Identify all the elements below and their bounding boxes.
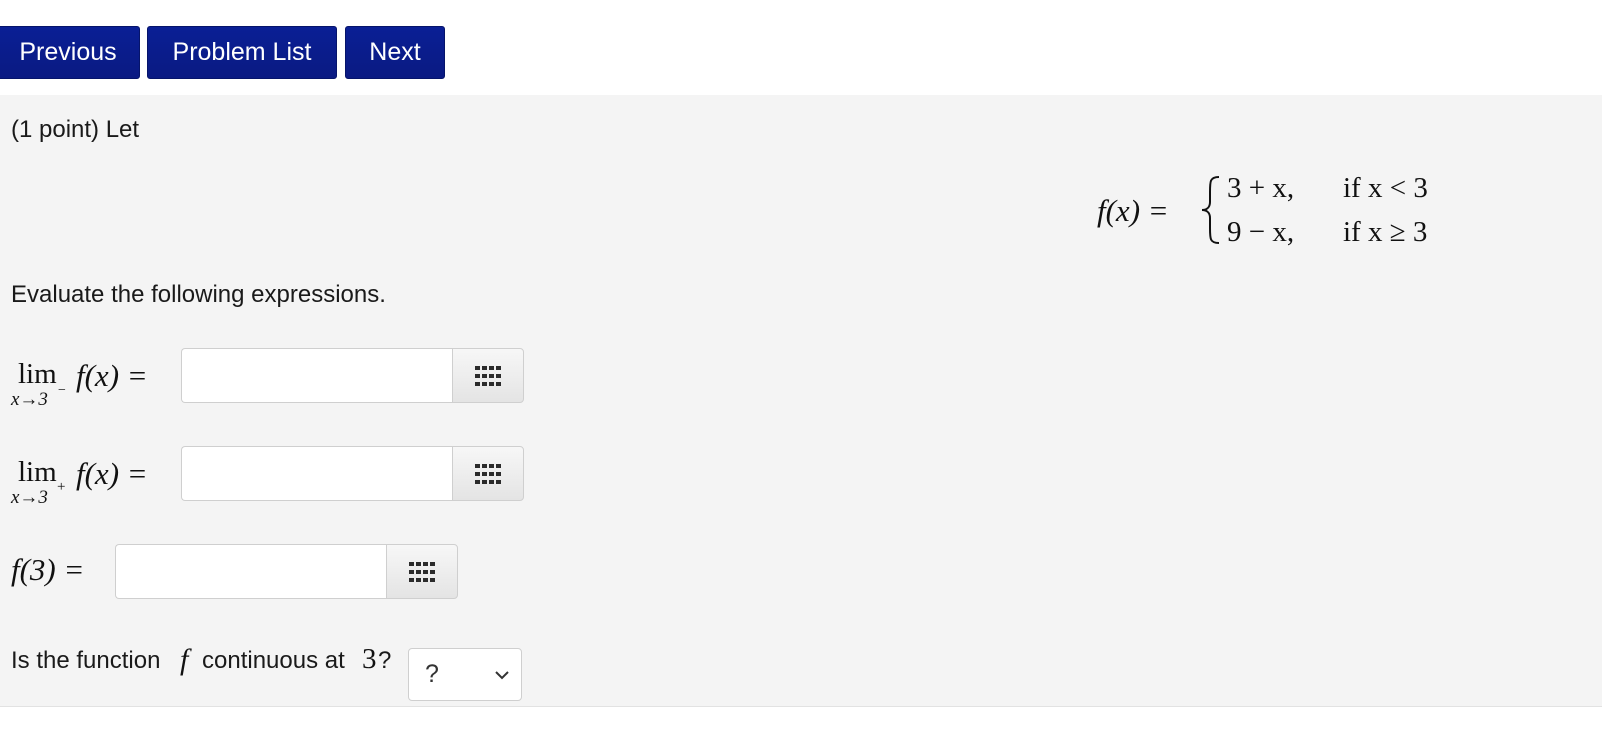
continuity-question-point: 3 (362, 643, 377, 675)
continuity-select-value: ? (425, 660, 439, 688)
case-2-expression: 9 − x, (1227, 216, 1295, 248)
limit-function-label: f(x) = (76, 456, 148, 491)
previous-button[interactable]: Previous (0, 26, 140, 79)
right-limit-answer-input[interactable] (181, 446, 453, 501)
limit-subscript: x→3 (11, 487, 48, 508)
top-navigation-bar: Previous Problem List Next (0, 0, 1602, 96)
limit-function-label: f(x) = (76, 358, 148, 393)
function-value-answer-input[interactable] (115, 544, 387, 599)
limit-direction-superscript: + (57, 479, 66, 495)
limit-operator: lim (18, 456, 57, 488)
limit-operator: lim (18, 358, 57, 390)
function-lhs: f(x) = (1097, 193, 1169, 228)
continuity-question-middle: continuous at (202, 647, 345, 674)
limit-subscript: x→3 (11, 389, 48, 410)
continuity-question-prefix: Is the function (11, 647, 161, 674)
grid-icon (475, 463, 501, 484)
continuity-question-suffix: ? (378, 647, 392, 674)
instruction-text: Evaluate the following expressions. (11, 281, 386, 308)
function-value-label: f(3) = (11, 552, 85, 587)
continuity-question-function: f (180, 643, 189, 676)
equation-palette-button[interactable] (452, 348, 524, 403)
problem-intro: (1 point) Let (11, 116, 140, 143)
case-2-condition: if x ≥ 3 (1343, 216, 1428, 248)
left-limit-answer-input[interactable] (181, 348, 453, 403)
limit-direction-superscript: − (58, 383, 66, 398)
grid-icon (475, 365, 501, 386)
left-brace-icon (1201, 176, 1220, 244)
equation-palette-button[interactable] (452, 446, 524, 501)
grid-icon (409, 561, 435, 582)
equation-palette-button[interactable] (386, 544, 458, 599)
case-1-condition: if x < 3 (1343, 172, 1428, 204)
chevron-down-icon (495, 671, 509, 680)
next-button[interactable]: Next (345, 26, 445, 79)
case-1-expression: 3 + x, (1227, 172, 1295, 204)
problem-list-button[interactable]: Problem List (147, 26, 337, 79)
continuity-select[interactable]: ? (408, 648, 522, 701)
